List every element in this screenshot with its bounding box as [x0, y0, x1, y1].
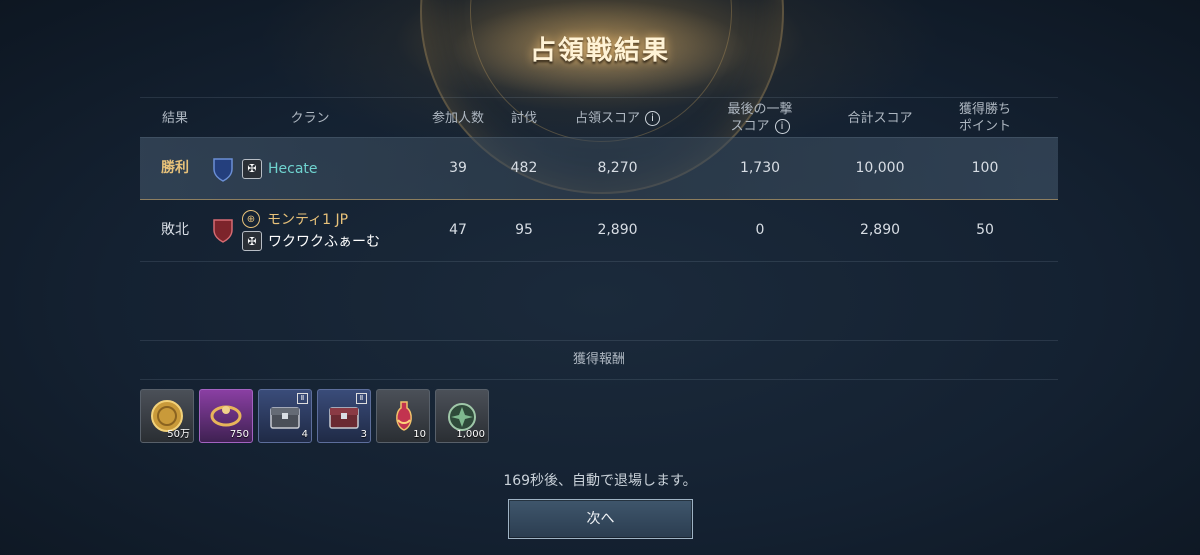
- result-label: 敗北: [161, 221, 189, 238]
- reward-items: 50万 750 Ⅱ 4 Ⅱ 3 10 1,000: [140, 389, 494, 443]
- item-count: 10: [413, 429, 426, 440]
- next-button[interactable]: 次へ: [508, 499, 693, 539]
- item-count: 4: [301, 429, 308, 440]
- reward-item-ring[interactable]: 750: [199, 389, 253, 443]
- reward-item-potion[interactable]: 10: [376, 389, 430, 443]
- header-last-hit-line1: 最後の一撃: [727, 102, 793, 117]
- item-count: 1,000: [456, 429, 485, 440]
- header-total-score: 合計スコア: [847, 110, 913, 126]
- info-icon[interactable]: i: [774, 119, 790, 134]
- alliance-name[interactable]: モンティ1 JP: [267, 209, 348, 229]
- reward-item-gold[interactable]: 50万: [140, 389, 194, 443]
- occupation-score-value: 2,890: [597, 221, 638, 238]
- kills-value: 95: [515, 221, 533, 238]
- header-occupation-score: 占領スコア i: [550, 110, 685, 127]
- header-participants: 参加人数: [431, 110, 484, 126]
- clan-shield-icon: [213, 219, 233, 243]
- occupation-score-value: 8,270: [597, 160, 638, 176]
- page-title: 占領戦結果: [529, 36, 670, 66]
- header-kills: 討伐: [510, 110, 537, 126]
- last-hit-score-value: 0: [755, 221, 765, 238]
- participants-value: 47: [449, 221, 467, 238]
- clan-name[interactable]: ワクワクふぁーむ: [268, 231, 380, 251]
- clan-cell: ⊕ モンティ1 JP ✠ ワクワクふぁーむ: [212, 208, 380, 252]
- alliance-globe-icon: ⊕: [242, 210, 260, 228]
- table-row-loser: 敗北 ⊕ モンティ1 JP ✠ ワクワクふぁーむ 47 95 2,890 0 2…: [140, 199, 1058, 262]
- header-last-hit-score: 最後の一撃 スコア i: [700, 101, 820, 135]
- header-occupation-score-label: 占領スコア: [574, 110, 640, 126]
- result-label: 勝利: [161, 160, 189, 176]
- header-result: 結果: [161, 110, 188, 126]
- reward-item-chest[interactable]: Ⅱ 3: [317, 389, 371, 443]
- header-win-points-line2: ポイント: [958, 119, 1011, 134]
- kills-value: 482: [510, 160, 538, 176]
- reward-item-chest[interactable]: Ⅱ 4: [258, 389, 312, 443]
- header-win-points-line1: 獲得勝ち: [958, 102, 1011, 117]
- clan-cell: ✠ Hecate: [212, 156, 318, 182]
- win-points-value: 50: [976, 221, 994, 238]
- tier-badge-icon: Ⅱ: [297, 393, 308, 404]
- rewards-header: 獲得報酬: [140, 340, 1058, 380]
- table-row-winner: 勝利 ✠ Hecate 39 482 8,270 1,730 10,000 10…: [140, 137, 1058, 200]
- clan-names: ⊕ モンティ1 JP ✠ ワクワクふぁーむ: [242, 208, 380, 252]
- info-icon[interactable]: i: [645, 110, 660, 126]
- last-hit-score-value: 1,730: [739, 160, 781, 176]
- auto-exit-notice: 169秒後、自動で退場します。: [503, 473, 697, 489]
- clan-name[interactable]: Hecate: [268, 161, 318, 177]
- table-header: 結果 クラン 参加人数 討伐 占領スコア i 最後の一撃 スコア i 合計スコア 獲…: [140, 97, 1058, 138]
- win-points-value: 100: [971, 160, 999, 176]
- header-win-points: 獲得勝ち ポイント: [935, 101, 1035, 135]
- item-count: 50万: [167, 429, 190, 440]
- total-score-value: 10,000: [855, 160, 905, 176]
- header-last-hit-line2: スコア: [730, 119, 770, 134]
- clan-shield-icon: [213, 157, 233, 182]
- reward-item-medal[interactable]: 1,000: [435, 389, 489, 443]
- header-clan: クラン: [290, 110, 330, 126]
- participants-value: 39: [449, 160, 467, 176]
- item-count: 3: [360, 429, 367, 440]
- clan-emblem-icon: ✠: [242, 231, 262, 251]
- total-score-value: 2,890: [859, 221, 901, 238]
- tier-badge-icon: Ⅱ: [356, 393, 367, 404]
- item-count: 750: [229, 429, 249, 440]
- clan-emblem-icon: ✠: [242, 158, 262, 179]
